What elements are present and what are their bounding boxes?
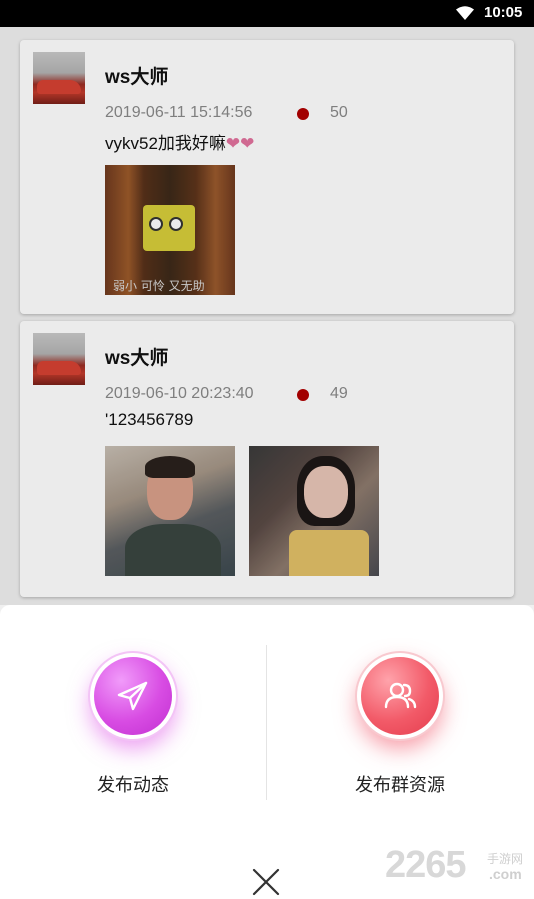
publish-post-button[interactable]: 发布动态	[33, 653, 233, 803]
wifi-icon	[456, 6, 474, 20]
watermark-domain: .com	[489, 866, 522, 882]
paper-plane-icon	[117, 681, 148, 711]
close-icon[interactable]	[251, 867, 281, 897]
publish-post-circle[interactable]	[90, 653, 176, 739]
publish-resource-circle[interactable]	[357, 653, 443, 739]
publish-post-label: 发布动态	[97, 775, 169, 795]
status-time: 10:05	[484, 4, 523, 21]
group-users-icon	[384, 682, 417, 709]
watermark-number: 2265	[385, 844, 467, 886]
publish-post-circle-fill[interactable]	[94, 657, 172, 735]
publish-resource-label: 发布群资源	[355, 775, 445, 795]
status-bar: 10:05	[0, 0, 534, 27]
watermark-logo: 2265 手游网 .com	[385, 844, 534, 890]
watermark-site: 手游网	[487, 852, 524, 866]
divider	[266, 645, 267, 800]
dim-overlay[interactable]	[0, 27, 534, 605]
publish-group-resource-button[interactable]: 发布群资源	[300, 653, 500, 803]
publish-resource-circle-fill[interactable]	[361, 657, 439, 735]
